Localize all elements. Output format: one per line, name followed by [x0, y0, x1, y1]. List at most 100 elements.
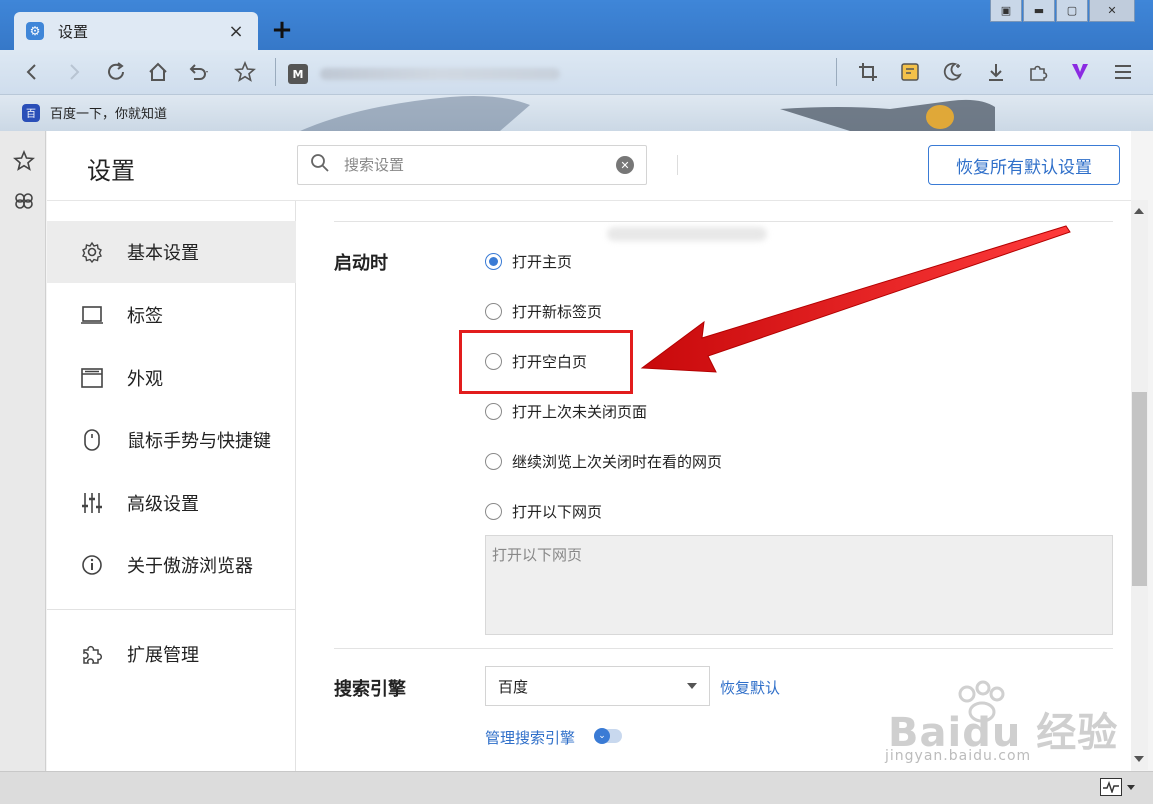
- manage-search-toggle[interactable]: ⌄: [594, 728, 622, 744]
- radio-label: 打开空白页: [512, 353, 588, 371]
- forward-icon[interactable]: [60, 58, 88, 86]
- sliders-icon: [79, 490, 105, 516]
- header-separator: [677, 155, 678, 175]
- radio-open-new-tab[interactable]: 打开新标签页: [485, 301, 602, 322]
- tab-settings[interactable]: ⚙ 设置 ×: [14, 12, 258, 50]
- scroll-up-icon[interactable]: [1134, 208, 1144, 214]
- chevron-down-icon: [687, 683, 697, 689]
- screenshot-icon[interactable]: [854, 58, 882, 86]
- bookmarks-bar: 百 百度一下，你就知道: [0, 95, 1153, 131]
- background-penguin-image: [780, 99, 995, 131]
- tab-close-icon[interactable]: ×: [226, 21, 246, 42]
- extensions-icon[interactable]: [1024, 58, 1052, 86]
- search-input[interactable]: [344, 156, 616, 174]
- background-penguin-image: [300, 96, 530, 131]
- night-mode-icon[interactable]: [938, 58, 966, 86]
- bookmark-label: 百度一下，你就知道: [50, 107, 168, 122]
- radio-button[interactable]: [485, 453, 502, 470]
- homepage-url-blurred: [607, 227, 767, 241]
- radio-open-specific-pages[interactable]: 打开以下网页: [485, 501, 602, 522]
- window-controls: ▣ ▬ ▢ ✕: [989, 0, 1135, 22]
- layout-button[interactable]: ▣: [990, 0, 1022, 22]
- toolbar-separator: [275, 58, 276, 86]
- page-title: 设置: [87, 157, 135, 185]
- section-divider: [334, 648, 1113, 649]
- info-icon: [79, 552, 105, 578]
- settings-content: 启动时 打开主页 打开新标签页 打开空白页 打开上次未关闭页面 继续浏览上次关闭…: [297, 201, 1131, 771]
- sidebar-item-label: 鼠标手势与快捷键: [127, 431, 271, 452]
- scrollbar-thumb[interactable]: [1132, 392, 1147, 586]
- sidebar-item-label: 基本设置: [127, 243, 199, 264]
- section-divider: [334, 221, 1113, 222]
- settings-sidebar: 基本设置 标签 外观 鼠标手势与快捷键 高级设置 关于傲游浏览器 扩展管理: [47, 201, 296, 771]
- favorites-star-icon[interactable]: [12, 149, 36, 173]
- sidebar-item-advanced[interactable]: 高级设置: [47, 472, 296, 534]
- radio-label: 打开上次未关闭页面: [512, 403, 648, 421]
- radio-open-homepage[interactable]: 打开主页: [485, 251, 572, 272]
- new-tab-button[interactable]: +: [270, 16, 294, 44]
- radio-label: 打开主页: [512, 253, 573, 271]
- reload-icon[interactable]: [102, 58, 130, 86]
- sidebar-item-tabs[interactable]: 标签: [47, 284, 296, 346]
- search-engine-select[interactable]: 百度: [485, 666, 710, 706]
- startup-urls-textarea[interactable]: [485, 535, 1113, 635]
- menu-icon[interactable]: [1109, 58, 1137, 86]
- radio-button[interactable]: [485, 303, 502, 320]
- radio-continue-last-viewed[interactable]: 继续浏览上次关闭时在看的网页: [485, 451, 722, 472]
- title-bar: ⚙ 设置 × + ▣ ▬ ▢ ✕: [0, 0, 1153, 50]
- clover-icon[interactable]: [12, 189, 36, 213]
- sidebar-item-label: 标签: [127, 306, 163, 327]
- manage-search-engines-link[interactable]: 管理搜索引擎: [485, 727, 575, 748]
- search-settings-box[interactable]: ✕: [297, 145, 647, 185]
- toolbar-separator: [836, 58, 837, 86]
- maximize-button[interactable]: ▢: [1056, 0, 1088, 22]
- download-icon[interactable]: [982, 58, 1010, 86]
- notes-icon[interactable]: [896, 58, 924, 86]
- radio-open-blank-page[interactable]: 打开空白页: [485, 351, 587, 372]
- vivaldi-v-icon[interactable]: [1066, 58, 1094, 86]
- radio-button[interactable]: [485, 253, 502, 270]
- undo-close-icon[interactable]: [184, 58, 212, 86]
- sidebar-item-label: 关于傲游浏览器: [127, 556, 253, 577]
- sidebar-item-about[interactable]: 关于傲游浏览器: [47, 534, 296, 596]
- radio-button[interactable]: [485, 403, 502, 420]
- mouse-icon: [79, 427, 105, 453]
- address-bar-url[interactable]: [320, 68, 560, 80]
- radio-button[interactable]: [485, 353, 502, 370]
- tab-icon: [79, 302, 105, 328]
- sidebar-item-extensions[interactable]: 扩展管理: [47, 623, 296, 685]
- home-icon[interactable]: [144, 58, 172, 86]
- activity-monitor-icon[interactable]: [1100, 778, 1122, 796]
- minimize-button[interactable]: ▬: [1023, 0, 1055, 22]
- close-window-button[interactable]: ✕: [1089, 0, 1135, 22]
- tab-title: 设置: [58, 22, 89, 41]
- chevron-down-icon[interactable]: [1127, 785, 1135, 790]
- sidebar-item-basic[interactable]: 基本设置: [47, 221, 296, 283]
- settings-page: 设置 ✕ 恢复所有默认设置 基本设置 标签 外观: [47, 131, 1131, 771]
- radio-label: 打开新标签页: [512, 303, 603, 321]
- clear-search-icon[interactable]: ✕: [616, 156, 634, 174]
- sidebar-item-appearance[interactable]: 外观: [47, 347, 296, 409]
- sidebar-item-mouse-shortcuts[interactable]: 鼠标手势与快捷键: [47, 409, 296, 471]
- radio-label: 打开以下网页: [512, 503, 603, 521]
- reset-all-defaults-button[interactable]: 恢复所有默认设置: [928, 145, 1120, 185]
- settings-gear-icon: ⚙: [26, 22, 44, 40]
- bookmark-baidu[interactable]: 百 百度一下，你就知道: [22, 103, 167, 122]
- sidebar-item-label: 扩展管理: [127, 645, 199, 666]
- puzzle-icon: [79, 641, 105, 667]
- startup-section-label: 启动时: [334, 253, 388, 274]
- radio-label: 继续浏览上次关闭时在看的网页: [512, 453, 723, 471]
- scroll-down-icon[interactable]: [1134, 756, 1144, 762]
- browser-sidebar: [0, 131, 46, 771]
- radio-button[interactable]: [485, 503, 502, 520]
- favorite-star-icon[interactable]: [231, 58, 259, 86]
- navigation-bar: M: [0, 50, 1153, 95]
- sidebar-divider: [47, 609, 296, 610]
- back-icon[interactable]: [18, 58, 46, 86]
- settings-header: 设置 ✕ 恢复所有默认设置: [47, 131, 1131, 201]
- select-value: 百度: [498, 677, 529, 696]
- restore-default-link[interactable]: 恢复默认: [720, 677, 780, 698]
- vertical-scrollbar[interactable]: [1131, 200, 1148, 770]
- search-icon: [310, 153, 334, 178]
- radio-restore-last-session[interactable]: 打开上次未关闭页面: [485, 401, 647, 422]
